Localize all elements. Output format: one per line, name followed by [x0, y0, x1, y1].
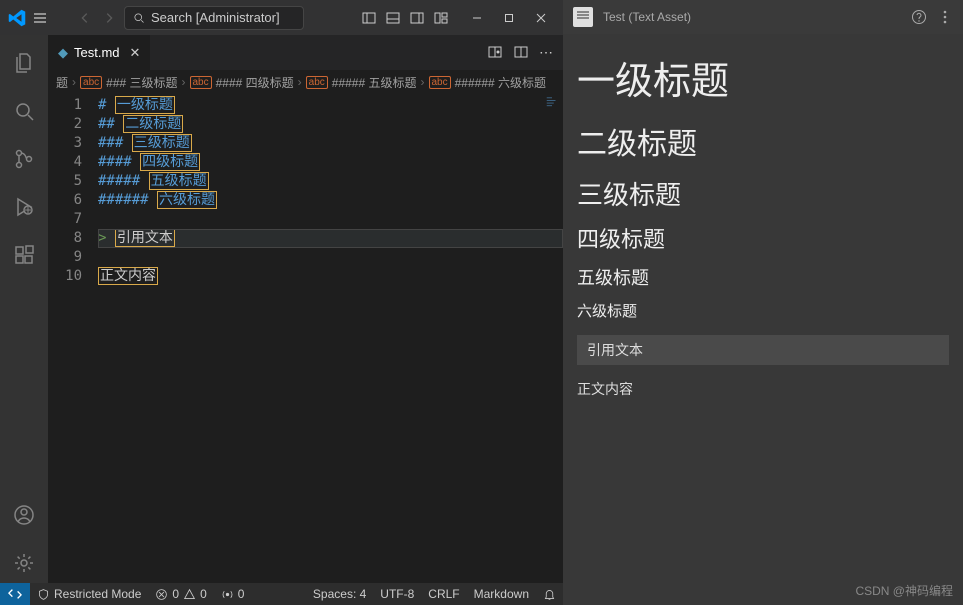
preview-paragraph: 正文内容 — [577, 379, 949, 399]
more-actions-icon[interactable]: ⋯ — [539, 44, 553, 61]
close-icon[interactable]: ✕ — [130, 45, 141, 61]
code-editor[interactable]: 1 2 3 4 5 6 7 8 9 10 # 一级标题 ## 二级标题 ### … — [48, 94, 563, 583]
markdown-file-icon: ◆ — [58, 45, 68, 61]
status-bar: Restricted Mode 0 0 0 Spaces: 4 UTF-8 CR… — [0, 583, 563, 605]
window-controls — [463, 4, 555, 32]
preview-h6: 六级标题 — [577, 300, 949, 321]
tab-test-md[interactable]: ◆ Test.md ✕ — [48, 35, 150, 70]
panel-left-icon[interactable] — [361, 10, 377, 26]
tab-filename: Test.md — [74, 45, 120, 60]
preview-blockquote: 引用文本 — [577, 335, 949, 365]
code-line-active: > 引用文本 — [98, 229, 563, 248]
shield-icon — [37, 588, 50, 601]
breadcrumb-part: #### 四级标题 — [216, 74, 294, 91]
language-mode-button[interactable]: Markdown — [467, 583, 536, 605]
remote-button[interactable] — [0, 583, 30, 605]
preview-body: 一级标题 二级标题 三级标题 四级标题 五级标题 六级标题 引用文本 正文内容 … — [563, 34, 963, 605]
minimap-icon — [545, 96, 559, 110]
breadcrumb-part: 题 — [56, 74, 68, 91]
source-control-icon[interactable] — [0, 139, 48, 179]
editor-actions: ⋯ — [487, 44, 563, 61]
restricted-mode-button[interactable]: Restricted Mode — [30, 583, 148, 605]
ports-button[interactable]: 0 — [214, 583, 252, 605]
vscode-logo-icon — [8, 9, 26, 27]
accounts-icon[interactable] — [0, 495, 48, 535]
run-debug-icon[interactable] — [0, 187, 48, 227]
code-line: ### 三级标题 — [98, 134, 563, 153]
more-vert-icon[interactable] — [937, 9, 953, 25]
radio-icon — [221, 588, 234, 601]
editor-area: ◆ Test.md ✕ ⋯ 题› abc### 三级标题› abc#### 四级… — [48, 35, 563, 583]
help-icon[interactable] — [911, 9, 927, 25]
code-line: ##### 五级标题 — [98, 172, 563, 191]
code-line: # 一级标题 — [98, 96, 563, 115]
preview-side-icon[interactable] — [487, 44, 503, 60]
breadcrumb-part: ### 三级标题 — [106, 74, 177, 91]
code-line: ## 二级标题 — [98, 115, 563, 134]
code-line: ###### 六级标题 — [98, 191, 563, 210]
notifications-button[interactable] — [536, 583, 563, 605]
line-gutter: 1 2 3 4 5 6 7 8 9 10 — [48, 94, 98, 583]
extensions-icon[interactable] — [0, 235, 48, 275]
indentation-button[interactable]: Spaces: 4 — [306, 583, 373, 605]
search-label: Search [Administrator] — [151, 10, 280, 25]
title-bar: Search [Administrator] — [0, 0, 563, 35]
code-line — [98, 248, 563, 267]
breadcrumb-part: ##### 五级标题 — [332, 74, 417, 91]
preview-panel: Test (Text Asset) 一级标题 二级标题 三级标题 四级标题 五级… — [563, 0, 963, 605]
preview-h4: 四级标题 — [577, 222, 949, 254]
code-line: #### 四级标题 — [98, 153, 563, 172]
panel-right-icon[interactable] — [409, 10, 425, 26]
bell-icon — [543, 588, 556, 601]
nav-forward-icon[interactable] — [100, 9, 118, 27]
preview-h5: 五级标题 — [577, 264, 949, 290]
nav-back-icon[interactable] — [76, 9, 94, 27]
preview-h2: 二级标题 — [577, 119, 949, 163]
search-activity-icon[interactable] — [0, 91, 48, 131]
preview-h3: 三级标题 — [577, 175, 949, 212]
explorer-icon[interactable] — [0, 43, 48, 83]
command-center-search[interactable]: Search [Administrator] — [124, 6, 304, 30]
close-button[interactable] — [527, 4, 555, 32]
breadcrumb-part: ###### 六级标题 — [455, 74, 546, 91]
code-lines: # 一级标题 ## 二级标题 ### 三级标题 #### 四级标题 ##### … — [98, 94, 563, 583]
vscode-window: Search [Administrator] — [0, 0, 563, 605]
warning-icon — [183, 588, 196, 601]
settings-gear-icon[interactable] — [0, 543, 48, 583]
error-icon — [155, 588, 168, 601]
panel-bottom-icon[interactable] — [385, 10, 401, 26]
heading-icon: abc — [190, 76, 212, 89]
maximize-button[interactable] — [495, 4, 523, 32]
problems-button[interactable]: 0 0 — [148, 583, 213, 605]
preview-h1: 一级标题 — [577, 50, 949, 105]
eol-button[interactable]: CRLF — [421, 583, 466, 605]
heading-icon: abc — [429, 76, 451, 89]
code-line — [98, 210, 563, 229]
watermark: CSDN @神码编程 — [855, 582, 953, 599]
document-icon — [573, 7, 593, 27]
search-icon — [133, 12, 145, 24]
encoding-button[interactable]: UTF-8 — [373, 583, 421, 605]
code-line: 正文内容 — [98, 267, 563, 286]
tabs-row: ◆ Test.md ✕ ⋯ — [48, 35, 563, 70]
activity-bar — [0, 35, 48, 583]
layout-controls — [361, 10, 449, 26]
heading-icon: abc — [306, 76, 328, 89]
split-right-icon[interactable] — [513, 44, 529, 60]
heading-icon: abc — [80, 76, 102, 89]
menu-icon[interactable] — [32, 10, 48, 26]
minimize-button[interactable] — [463, 4, 491, 32]
breadcrumb[interactable]: 题› abc### 三级标题› abc#### 四级标题› abc##### 五… — [48, 70, 563, 94]
preview-header: Test (Text Asset) — [563, 0, 963, 34]
preview-title: Test (Text Asset) — [603, 10, 691, 24]
layout-customize-icon[interactable] — [433, 10, 449, 26]
